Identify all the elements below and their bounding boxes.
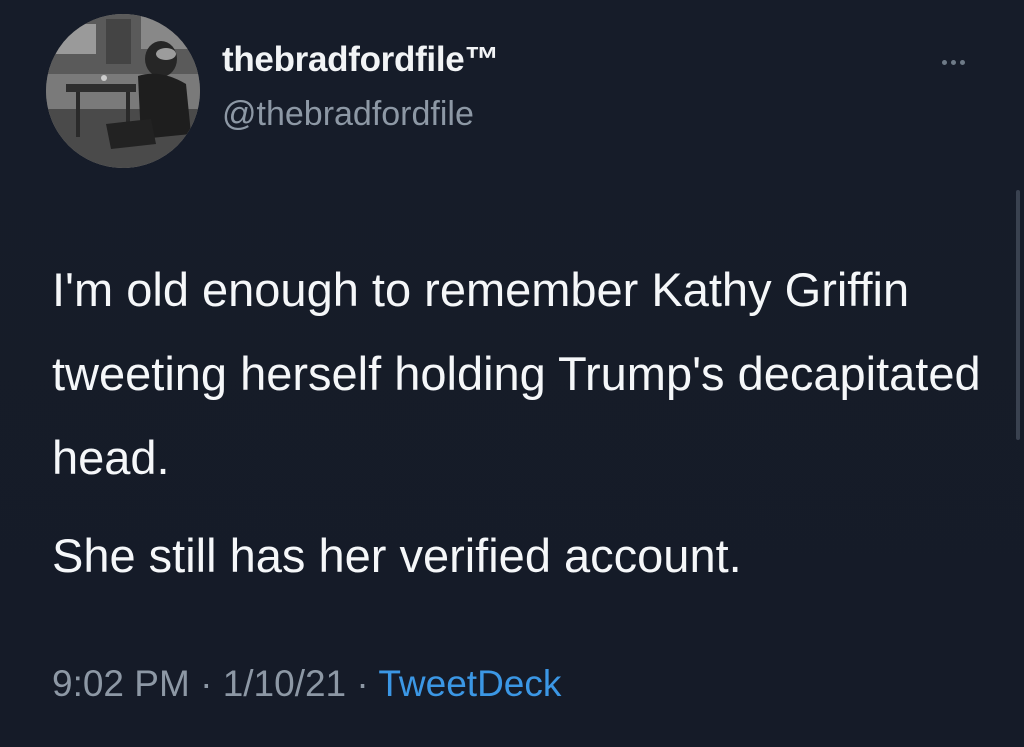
avatar-photo xyxy=(46,14,200,168)
avatar[interactable] xyxy=(46,14,200,168)
meta-separator: · xyxy=(189,663,223,704)
more-horizontal-icon-dot-2 xyxy=(950,59,956,65)
more-horizontal-icon xyxy=(941,59,947,65)
scrollbar-thumb[interactable] xyxy=(1016,190,1020,440)
scrollbar[interactable] xyxy=(1012,0,1024,747)
tweet-card: thebradfordfile™ @thebradfordfile I'm ol… xyxy=(0,0,1024,747)
author-username[interactable]: @thebradfordfile xyxy=(222,95,474,134)
tweet-source-link[interactable]: TweetDeck xyxy=(378,663,561,704)
tweet-time[interactable]: 9:02 PM xyxy=(52,663,190,704)
more-horizontal-icon-dot-3 xyxy=(959,59,965,65)
tweet-meta: 9:02 PM · 1/10/21 · TweetDeck xyxy=(52,663,561,705)
tweet-date[interactable]: 1/10/21 xyxy=(223,663,346,704)
author-display-name[interactable]: thebradfordfile™ xyxy=(222,40,499,80)
tweet-text: I'm old enough to remember Kathy Griffin… xyxy=(52,248,992,598)
tweet-text-paragraph: She still has her verified account. xyxy=(52,529,742,582)
more-options-button[interactable] xyxy=(930,48,976,76)
tweet-text-paragraph: I'm old enough to remember Kathy Griffin… xyxy=(52,263,981,484)
meta-separator: · xyxy=(346,663,379,704)
